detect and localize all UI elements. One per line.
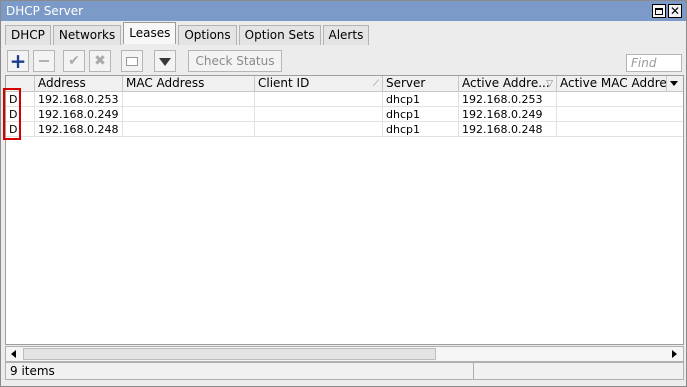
maximize-button[interactable] — [652, 4, 666, 18]
active-address-cell: 192.168.0.253 — [459, 92, 557, 107]
active-address-cell: 192.168.0.248 — [459, 122, 557, 137]
server-cell: dhcp1 — [383, 122, 459, 137]
column-header-active-mac-address[interactable]: Active MAC Address — [557, 76, 667, 92]
table-row[interactable]: D 192.168.0.253 dhcp1 192.168.0.253 — [6, 92, 683, 107]
client-id-cell — [255, 122, 383, 137]
column-header-active-address-label: Active Addre... — [462, 76, 550, 90]
title-bar: DHCP Server — [1, 1, 686, 21]
server-cell: dhcp1 — [383, 92, 459, 107]
tab-option-sets[interactable]: Option Sets — [238, 25, 321, 45]
check-status-button[interactable]: Check Status — [188, 50, 282, 72]
remove-button[interactable] — [33, 50, 55, 72]
tab-alerts[interactable]: Alerts — [322, 25, 370, 45]
column-menu-dropdown-icon[interactable] — [670, 81, 678, 86]
client-id-cell — [255, 107, 383, 122]
scroll-right-icon[interactable] — [672, 350, 677, 358]
mac-cell — [123, 122, 255, 137]
address-cell: 192.168.0.248 — [35, 122, 123, 137]
enable-button[interactable]: ✔ — [63, 50, 85, 72]
close-icon: ✕ — [669, 4, 681, 18]
tab-options[interactable]: Options — [178, 25, 237, 45]
scroll-thumb[interactable] — [23, 348, 436, 360]
column-header-server[interactable]: Server — [383, 76, 459, 92]
status-bar: 9 items — [5, 362, 684, 380]
comment-icon — [126, 56, 138, 66]
items-count: 9 items — [10, 364, 55, 378]
table-row[interactable]: D 192.168.0.249 dhcp1 192.168.0.249 — [6, 107, 683, 122]
mac-cell — [123, 92, 255, 107]
filter-icon — [159, 58, 171, 66]
address-cell: 192.168.0.253 — [35, 92, 123, 107]
address-cell: 192.168.0.249 — [35, 107, 123, 122]
x-icon: ✖ — [94, 53, 106, 69]
table-header: Address MAC Address Client ID ⟋ Server A… — [6, 76, 683, 92]
check-icon: ✔ — [68, 53, 80, 69]
sort-desc-icon: ▽ — [546, 79, 553, 89]
maximize-icon — [655, 7, 663, 15]
active-mac-cell — [557, 107, 683, 122]
leases-table: Address MAC Address Client ID ⟋ Server A… — [5, 75, 684, 345]
tab-leases[interactable]: Leases — [123, 22, 177, 44]
close-button[interactable]: ✕ — [668, 4, 682, 18]
active-mac-cell — [557, 122, 683, 137]
dhcp-server-window: DHCP Server ✕ DHCP Networks Leases Optio… — [0, 0, 687, 387]
active-address-cell: 192.168.0.249 — [459, 107, 557, 122]
add-button[interactable]: + — [7, 49, 29, 73]
window-title: DHCP Server — [6, 4, 84, 18]
tab-networks[interactable]: Networks — [52, 25, 122, 45]
active-mac-cell — [557, 92, 683, 107]
resize-grip-icon: ⟋ — [372, 79, 379, 89]
find-input[interactable] — [626, 54, 682, 72]
flag-cell: D — [6, 107, 35, 122]
comment-button[interactable] — [121, 50, 143, 72]
column-header-active-address[interactable]: Active Addre... ▽ — [459, 76, 557, 92]
column-header-client-id[interactable]: Client ID ⟋ — [255, 76, 383, 92]
scroll-left-icon[interactable] — [11, 350, 16, 358]
toolbar: + ✔ ✖ Check Status — [5, 48, 685, 74]
column-header-client-id-label: Client ID — [258, 76, 310, 90]
column-header-flags[interactable] — [6, 76, 35, 92]
column-header-address[interactable]: Address — [35, 76, 123, 92]
tab-dhcp[interactable]: DHCP — [5, 25, 51, 45]
mac-cell — [123, 107, 255, 122]
plus-icon: + — [9, 49, 27, 73]
horizontal-scrollbar[interactable] — [5, 346, 684, 362]
server-cell: dhcp1 — [383, 107, 459, 122]
table-row[interactable]: D 192.168.0.248 dhcp1 192.168.0.248 — [6, 122, 683, 137]
client-id-cell — [255, 92, 383, 107]
tab-bar: DHCP Networks Leases Options Option Sets… — [5, 22, 371, 45]
flag-cell: D — [6, 92, 35, 107]
flag-cell: D — [6, 122, 35, 137]
disable-button[interactable]: ✖ — [89, 50, 111, 72]
minus-icon — [39, 60, 49, 62]
status-divider — [473, 363, 474, 379]
filter-button[interactable] — [154, 50, 176, 72]
column-header-mac-address[interactable]: MAC Address — [123, 76, 255, 92]
